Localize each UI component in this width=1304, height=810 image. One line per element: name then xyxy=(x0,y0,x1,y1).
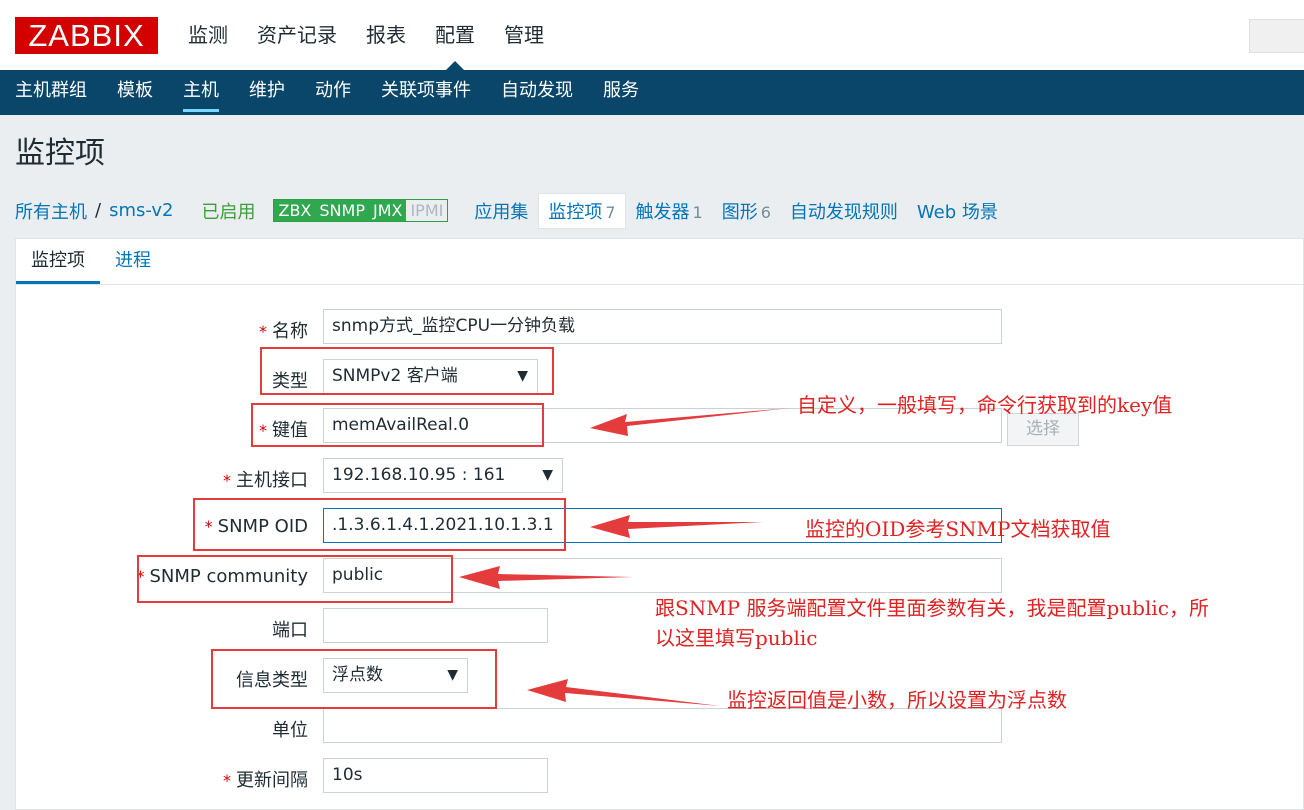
page-title: 监控项 xyxy=(15,136,105,171)
row-interval: * 更新间隔 10s xyxy=(16,758,1304,794)
all-hosts-link[interactable]: 所有主机 xyxy=(15,198,87,224)
tab-triggers-label: 触发器 xyxy=(635,201,690,223)
interface-select-value: 192.168.10.95 : 161 xyxy=(332,465,506,485)
tab-applications[interactable]: 应用集 xyxy=(474,198,528,224)
menu-monitoring[interactable]: 监测 xyxy=(188,0,228,70)
required-asterisk: * xyxy=(259,322,267,341)
submenu-maintenance[interactable]: 维护 xyxy=(249,70,285,115)
note-community: 跟SNMP 服务端配置文件里面参数有关，我是配置public，所 以这里填写pu… xyxy=(655,593,1300,653)
annotation-box-community xyxy=(137,555,453,603)
required-asterisk: * xyxy=(223,771,231,790)
note-community-line1: 跟SNMP 服务端配置文件里面参数有关，我是配置public，所 xyxy=(655,596,1209,620)
name-label-text: 名称 xyxy=(272,321,308,342)
zbx-badge: ZBX xyxy=(274,200,316,221)
form-tabs: 监控项 进程 xyxy=(16,239,1304,285)
menu-inventory[interactable]: 资产记录 xyxy=(257,0,337,70)
search-input[interactable] xyxy=(1249,19,1304,53)
note-key: 自定义，一般填写，命令行获取到的key值 xyxy=(797,393,1173,417)
tab-items-label: 监控项 xyxy=(548,201,603,223)
port-label-text: 端口 xyxy=(272,620,308,641)
annotation-box-type xyxy=(260,347,554,395)
snmp-badge: SNMP xyxy=(315,200,369,221)
form-tab-item[interactable]: 监控项 xyxy=(16,239,100,284)
row-info-type: 信息类型 浮点数 ▼ xyxy=(16,658,1304,694)
interval-label: * 更新间隔 xyxy=(223,766,308,792)
host-link[interactable]: sms-v2 xyxy=(109,200,173,221)
zabbix-logo[interactable]: ZABBIX xyxy=(15,17,158,54)
jmx-badge: JMX xyxy=(368,200,407,221)
tab-web-scenarios[interactable]: Web 场景 xyxy=(917,198,998,224)
top-header: ZABBIX 监测 资产记录 报表 配置 管理 xyxy=(0,0,1304,70)
port-label: 端口 xyxy=(272,616,308,642)
note-oid: 监控的OID参考SNMP文档获取值 xyxy=(805,517,1111,541)
menu-administration[interactable]: 管理 xyxy=(504,0,544,70)
tab-graphs[interactable]: 图形 6 xyxy=(722,198,771,224)
tab-applications-label: 应用集 xyxy=(474,201,529,223)
tab-items-count: 7 xyxy=(605,202,616,222)
tab-graphs-label: 图形 xyxy=(721,201,758,223)
sub-menu: 主机群组 模板 主机 维护 动作 关联项事件 自动发现 服务 xyxy=(0,70,1304,115)
name-label: * 名称 xyxy=(259,317,308,343)
tab-discovery-rules[interactable]: 自动发现规则 xyxy=(790,198,898,224)
annotation-box-info-type xyxy=(211,649,497,709)
interface-label-text: 主机接口 xyxy=(236,470,308,491)
tab-web-scenarios-label: Web 场景 xyxy=(916,201,998,223)
name-input[interactable]: snmp方式_监控CPU一分钟负载 xyxy=(323,309,1002,344)
row-interface: * 主机接口 192.168.10.95 : 161 ▼ xyxy=(16,458,1304,494)
form-tab-preprocessing[interactable]: 进程 xyxy=(100,239,166,284)
availability-badges: ZBX SNMP JMX IPMI xyxy=(273,199,449,222)
annotation-box-key xyxy=(251,403,544,447)
interval-label-text: 更新间隔 xyxy=(236,770,308,791)
main-menu: 监测 资产记录 报表 配置 管理 xyxy=(188,0,573,70)
annotation-box-oid xyxy=(193,498,566,551)
submenu-correlation[interactable]: 关联项事件 xyxy=(381,70,471,115)
interface-select[interactable]: 192.168.10.95 : 161 ▼ xyxy=(323,458,563,493)
ipmi-badge: IPMI xyxy=(406,200,448,221)
host-status[interactable]: 已启用 xyxy=(201,198,255,224)
submenu-host-groups[interactable]: 主机群组 xyxy=(15,70,87,115)
tab-graphs-count: 6 xyxy=(760,202,771,222)
submenu-actions[interactable]: 动作 xyxy=(315,70,351,115)
submenu-services[interactable]: 服务 xyxy=(603,70,639,115)
row-name: * 名称 snmp方式_监控CPU一分钟负载 xyxy=(16,309,1304,345)
interval-input[interactable]: 10s xyxy=(323,758,548,793)
submenu-templates[interactable]: 模板 xyxy=(117,70,153,115)
host-nav: 所有主机 / sms-v2 已启用 ZBX SNMP JMX IPMI 应用集 … xyxy=(15,192,1017,229)
note-info-type: 监控返回值是小数，所以设置为浮点数 xyxy=(727,688,1067,712)
tab-items[interactable]: 监控项 7 xyxy=(538,192,626,229)
units-input[interactable] xyxy=(323,708,1002,743)
submenu-discovery[interactable]: 自动发现 xyxy=(501,70,573,115)
tab-triggers-count: 1 xyxy=(692,202,703,222)
units-label-text: 单位 xyxy=(272,720,308,741)
breadcrumb-separator: / xyxy=(95,200,102,221)
interface-label: * 主机接口 xyxy=(223,466,308,492)
tab-discovery-rules-label: 自动发现规则 xyxy=(789,201,898,223)
port-input[interactable] xyxy=(323,608,548,643)
note-community-line2: 以这里填写public xyxy=(655,626,818,650)
units-label: 单位 xyxy=(272,716,308,742)
menu-configuration[interactable]: 配置 xyxy=(435,0,475,70)
tab-triggers[interactable]: 触发器 1 xyxy=(636,198,703,224)
submenu-hosts[interactable]: 主机 xyxy=(183,70,219,115)
row-units: 单位 xyxy=(16,708,1304,744)
menu-reports[interactable]: 报表 xyxy=(366,0,406,70)
required-asterisk: * xyxy=(223,471,231,490)
chevron-down-icon: ▼ xyxy=(542,467,553,483)
